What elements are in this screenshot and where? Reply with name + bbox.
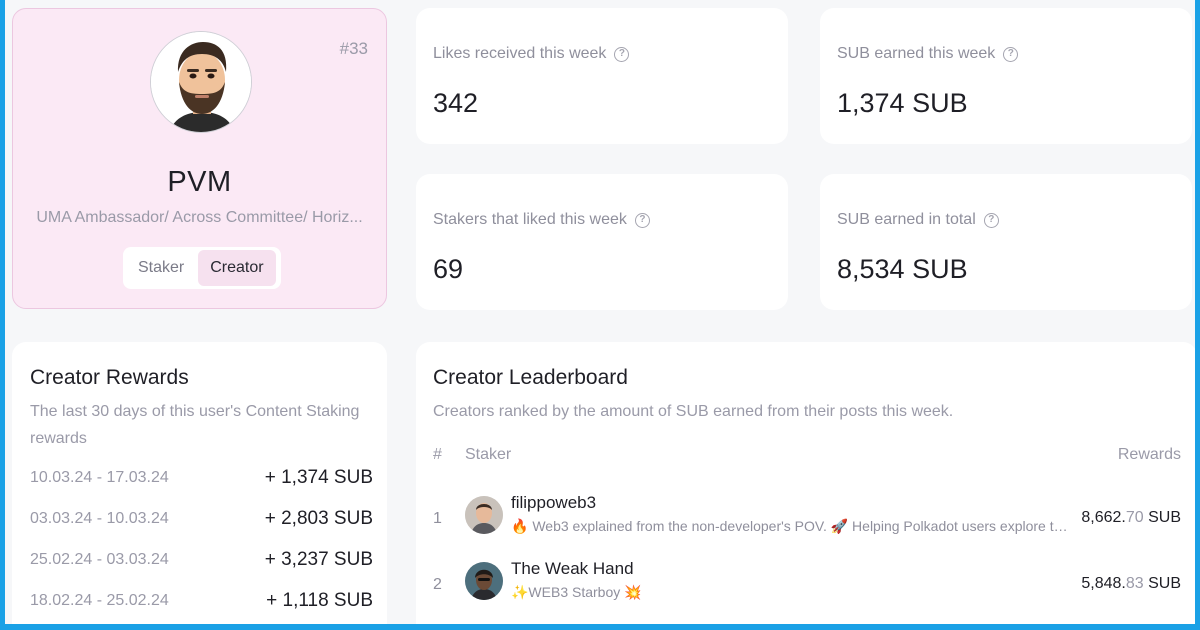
stat-label-text: SUB earned this week bbox=[837, 45, 996, 62]
reward-amount: + 1,118 SUB bbox=[266, 590, 373, 611]
creator-rewards-card: Creator Rewards The last 30 days of this… bbox=[12, 342, 387, 624]
stat-value: 342 bbox=[433, 88, 479, 118]
row-reward: 5,848.83 SUB bbox=[1081, 575, 1181, 593]
reward-decimal: 83 bbox=[1125, 575, 1144, 592]
question-circle-icon[interactable]: ? bbox=[614, 46, 630, 62]
stat-label-text: Stakers that liked this week bbox=[433, 211, 627, 228]
row-description: ✨WEB3 Starboy 💥 bbox=[511, 584, 642, 600]
stat-label: SUB earned this week ? bbox=[837, 45, 1019, 63]
stat-label: SUB earned in total ? bbox=[837, 211, 999, 229]
leaderboard-header: # Staker Rewards bbox=[433, 446, 1181, 470]
reward-unit: SUB bbox=[1143, 509, 1181, 526]
role-staker-button[interactable]: Staker bbox=[126, 250, 196, 286]
role-creator-button[interactable]: Creator bbox=[198, 250, 276, 286]
profile-bio: UMA Ambassador/ Across Committee/ Horiz.… bbox=[36, 209, 363, 226]
row-rank: 2 bbox=[433, 576, 442, 593]
row-rank: 1 bbox=[433, 510, 442, 527]
stat-sub-week: SUB earned this week ? 1,374 SUB bbox=[820, 8, 1192, 144]
rewards-title: Creator Rewards bbox=[30, 366, 189, 389]
row-name[interactable]: filippoweb3 bbox=[511, 493, 596, 513]
col-staker: Staker bbox=[465, 446, 512, 463]
reward-period: 03.03.24 - 10.03.24 bbox=[30, 510, 169, 527]
reward-unit: SUB bbox=[1143, 575, 1181, 592]
stat-label-text: SUB earned in total bbox=[837, 211, 976, 228]
avatar[interactable] bbox=[465, 562, 503, 600]
stat-value: 69 bbox=[433, 254, 464, 284]
row-reward: 8,662.70 SUB bbox=[1081, 509, 1181, 527]
row-name[interactable]: The Weak Hand bbox=[511, 559, 634, 579]
stat-label: Stakers that liked this week ? bbox=[433, 211, 650, 229]
stat-value: 1,374 SUB bbox=[837, 88, 968, 118]
reward-period: 25.02.24 - 03.03.24 bbox=[30, 551, 169, 568]
stat-stakers-week: Stakers that liked this week ? 69 bbox=[416, 174, 788, 310]
stat-label: Likes received this week ? bbox=[433, 45, 630, 63]
rewards-subtitle: The last 30 days of this user's Content … bbox=[30, 403, 360, 447]
leaderboard-subtitle: Creators ranked by the amount of SUB ear… bbox=[433, 403, 954, 420]
col-rewards[interactable]: Rewards bbox=[1118, 446, 1181, 464]
reward-row: 18.02.24 - 25.02.24 + 1,118 SUB bbox=[30, 586, 373, 616]
leaderboard-title: Creator Leaderboard bbox=[433, 366, 628, 389]
profile-card: #33 PVM UMA Ambassador/ Across Committee… bbox=[12, 8, 387, 309]
reward-row: 25.02.24 - 03.03.24 + 3,237 SUB bbox=[30, 545, 373, 575]
reward-integer: 5,848. bbox=[1081, 575, 1126, 592]
question-circle-icon[interactable]: ? bbox=[983, 212, 999, 228]
reward-decimal: 70 bbox=[1125, 509, 1144, 526]
reward-row: 03.03.24 - 10.03.24 + 2,803 SUB bbox=[30, 504, 373, 534]
stat-value: 8,534 SUB bbox=[837, 254, 968, 284]
reward-row: 10.03.24 - 17.03.24 + 1,374 SUB bbox=[30, 463, 373, 493]
reward-amount: + 3,237 SUB bbox=[264, 549, 373, 570]
reward-integer: 8,662. bbox=[1081, 509, 1126, 526]
leaderboard-row[interactable]: 1 filippoweb3 🔥 Web3 explained from the … bbox=[433, 488, 1181, 548]
reward-period: 18.02.24 - 25.02.24 bbox=[30, 592, 169, 609]
role-switch: Staker Creator bbox=[123, 247, 281, 289]
profile-name: PVM bbox=[167, 166, 232, 198]
profile-rank: #33 bbox=[339, 39, 368, 58]
reward-amount: + 2,803 SUB bbox=[264, 508, 373, 529]
reward-period: 10.03.24 - 17.03.24 bbox=[30, 469, 169, 486]
stat-sub-total: SUB earned in total ? 8,534 SUB bbox=[820, 174, 1192, 310]
question-circle-icon[interactable]: ? bbox=[1003, 46, 1019, 62]
leaderboard-row[interactable]: 2 The Weak Hand ✨WEB3 Starboy 💥 5,848.83… bbox=[433, 554, 1181, 614]
row-description: 🔥 Web3 explained from the non-developer'… bbox=[511, 518, 1071, 534]
page-frame: #33 PVM UMA Ambassador/ Across Committee… bbox=[5, 0, 1195, 624]
creator-leaderboard-card: Creator Leaderboard Creators ranked by t… bbox=[416, 342, 1195, 624]
col-rank: # bbox=[433, 446, 442, 463]
stat-label-text: Likes received this week bbox=[433, 45, 607, 62]
reward-amount: + 1,374 SUB bbox=[264, 467, 373, 488]
stat-likes-week: Likes received this week ? 342 bbox=[416, 8, 788, 144]
question-circle-icon[interactable]: ? bbox=[634, 212, 650, 228]
avatar[interactable] bbox=[465, 496, 503, 534]
profile-avatar bbox=[150, 31, 252, 133]
